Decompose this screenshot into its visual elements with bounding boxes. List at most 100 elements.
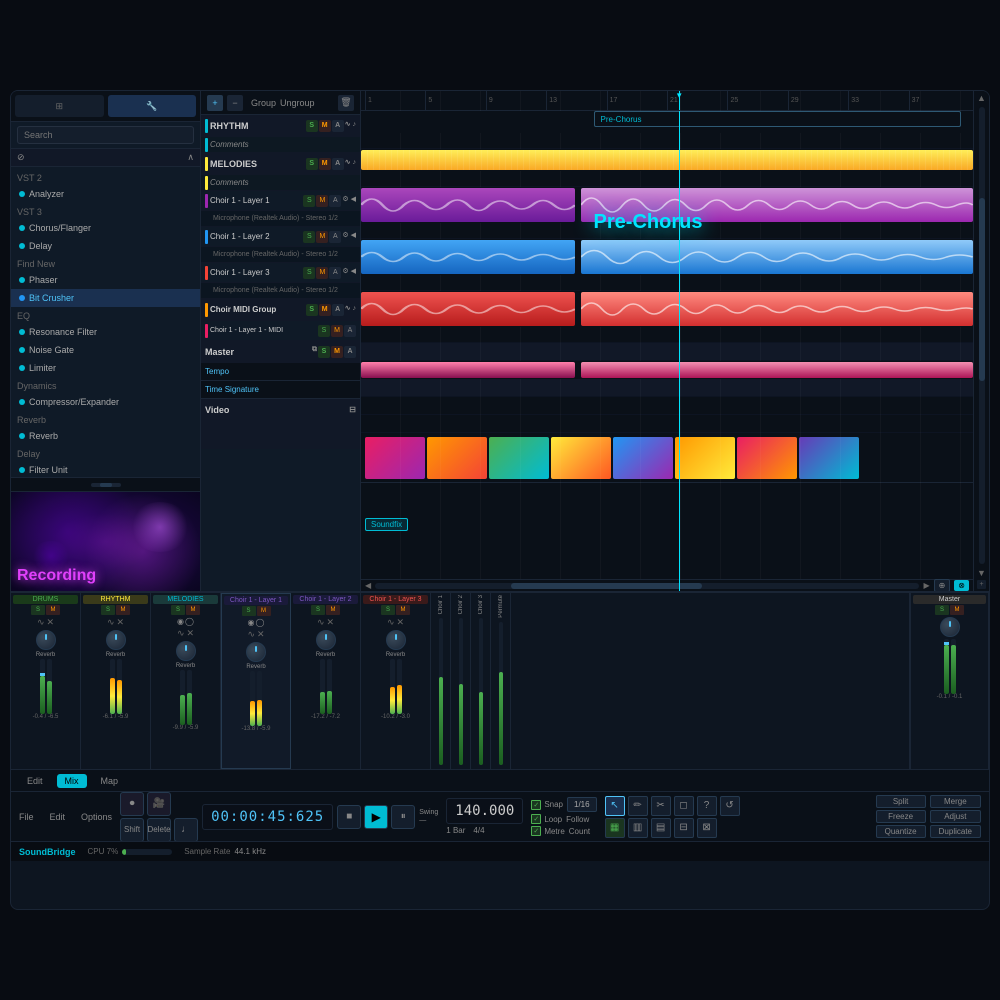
transport-shift-btn[interactable]: Shift (120, 818, 144, 842)
sidebar-header-arrow[interactable]: ∧ (187, 152, 194, 163)
aux-fader-3[interactable] (479, 618, 483, 765)
master-knob[interactable] (940, 617, 960, 637)
melodies-fader-r[interactable] (187, 670, 192, 725)
grid-btn-5[interactable]: ⊠ (697, 818, 717, 838)
tool-help[interactable]: ? (697, 796, 717, 816)
bpm-display[interactable]: 140.000 (446, 798, 523, 824)
sidebar-item-noisegate[interactable]: Noise Gate (11, 341, 200, 359)
tool-erase[interactable]: ◻ (674, 796, 694, 816)
master-arm[interactable]: A (344, 346, 356, 358)
sidebar-item-analyzer[interactable]: Analyzer (11, 185, 200, 203)
rhythm-knob[interactable] (106, 630, 126, 650)
grid-btn-2[interactable]: ▥ (628, 818, 648, 838)
drums-fader-r[interactable] (47, 659, 52, 714)
plus-btn[interactable]: + (977, 580, 985, 589)
snap-checkbox[interactable]: ✓ (531, 800, 541, 810)
adjust-btn[interactable]: Adjust (930, 810, 981, 823)
arr-row-choir1l3[interactable] (361, 291, 973, 327)
arr-row-layer1midi[interactable] (361, 361, 973, 379)
tool-draw[interactable]: ✏ (628, 796, 648, 816)
pause-btn[interactable]: ⏸ (391, 805, 415, 829)
metre-checkbox[interactable]: ✓ (531, 826, 541, 836)
melodies-mute-mix[interactable]: M (186, 605, 200, 615)
rhythm-fader-l[interactable] (110, 659, 115, 714)
drums-fader-l-handle[interactable] (40, 673, 45, 676)
choir1l3-mute[interactable]: M (316, 267, 328, 279)
arr-row-melodies[interactable] (361, 149, 973, 171)
sidebar-item-bitcrusher[interactable]: Bit Crusher (11, 289, 200, 307)
clip-melodies-main[interactable] (361, 150, 973, 170)
loop-checkbox[interactable]: ✓ (531, 814, 541, 824)
add-track-btn[interactable]: + (207, 95, 223, 111)
rhythm-fader-r[interactable] (117, 659, 122, 714)
clip-choir1l1-right[interactable] (581, 188, 973, 222)
choir1l1-solo[interactable]: S (303, 195, 315, 207)
master-solo[interactable]: S (318, 346, 330, 358)
duplicate-btn[interactable]: Duplicate (930, 825, 981, 838)
scrollbar-thumb-h[interactable] (511, 583, 701, 589)
choir1l2-fader-l[interactable] (320, 659, 325, 714)
menu-options[interactable]: Options (81, 812, 112, 822)
play-btn[interactable]: ▶ (364, 805, 388, 829)
choirmidi-mute[interactable]: M (319, 304, 331, 316)
choir1l1-mute[interactable]: M (316, 195, 328, 207)
sidebar-item-phaser[interactable]: Phaser (11, 271, 200, 289)
clip-choir1l3-left[interactable] (361, 292, 575, 326)
remove-track-btn[interactable]: − (227, 95, 243, 111)
snap-value[interactable]: 1/16 (567, 797, 597, 812)
arr-row-choir1l2[interactable] (361, 239, 973, 275)
clip-midi-right[interactable] (581, 362, 973, 378)
choir1l2-mute[interactable]: M (316, 231, 328, 243)
choir1l3-fader-l[interactable] (390, 659, 395, 714)
choir1l3-fader-r[interactable] (397, 659, 402, 714)
choir1l1-arm[interactable]: A (329, 195, 341, 207)
grid-btn-3[interactable]: ▤ (651, 818, 671, 838)
melodies-knob[interactable] (176, 641, 196, 661)
transport-cam-btn[interactable]: 🎥 (147, 792, 171, 816)
drums-knob[interactable] (36, 630, 56, 650)
scroll-left[interactable]: ◀ (365, 581, 371, 590)
choir1l2-solo[interactable]: S (303, 231, 315, 243)
scroll-down[interactable]: ▼ (977, 568, 986, 578)
scrollbar-track-h[interactable] (375, 583, 919, 589)
transport-delete-btn[interactable]: Delete (147, 818, 171, 842)
master-fader-r[interactable] (951, 639, 956, 694)
drums-solo-btn[interactable]: S (31, 605, 45, 615)
choir1l1-solo-mix[interactable]: S (242, 606, 256, 616)
mixer-tab-mix[interactable]: Mix (57, 774, 87, 788)
quantize-btn[interactable]: Quantize (876, 825, 926, 838)
grid-btn-4[interactable]: ⊟ (674, 818, 694, 838)
merge-btn[interactable]: Merge (930, 795, 981, 808)
sidebar-item-compressor[interactable]: Compressor/Expander (11, 393, 200, 411)
sidebar-tab-fx[interactable]: 🔧 (108, 95, 197, 117)
choir1l1-knob[interactable] (246, 642, 266, 662)
grid-btn-1[interactable]: ▦ (605, 818, 625, 838)
choir1l2-solo-mix[interactable]: S (311, 605, 325, 615)
melodies-mute[interactable]: M (319, 158, 331, 170)
tool-cut[interactable]: ✂ (651, 796, 671, 816)
rhythm-mute-mix[interactable]: M (116, 605, 130, 615)
choir1l1-fader-r[interactable] (257, 671, 262, 726)
sidebar-item-delay[interactable]: Delay (11, 237, 200, 255)
transport-note-btn[interactable]: ♩ (174, 818, 198, 842)
h-scrollbar[interactable]: ◀ ▶ ⊕ ⊗ (361, 579, 973, 591)
rhythm-mute[interactable]: M (319, 120, 331, 132)
sidebar-item-limiter[interactable]: Limiter (11, 359, 200, 377)
mixer-tab-edit[interactable]: Edit (19, 774, 51, 788)
choir1l1-fader-l[interactable] (250, 671, 255, 726)
clip-choir1l2-right[interactable] (581, 240, 973, 274)
tool-undo[interactable]: ↺ (720, 796, 740, 816)
layer1midi-mute[interactable]: M (331, 325, 343, 337)
choir1l3-solo[interactable]: S (303, 267, 315, 279)
layer1midi-arm[interactable]: A (344, 325, 356, 337)
choir1l2-mute-mix[interactable]: M (326, 605, 340, 615)
choir1l2-fader-r[interactable] (327, 659, 332, 714)
choir1l3-mute-mix[interactable]: M (396, 605, 410, 615)
sidebar-item-resonance[interactable]: Resonance Filter (11, 323, 200, 341)
search-input[interactable] (17, 126, 194, 144)
stop-btn[interactable]: ■ (337, 805, 361, 829)
v-scrollbar-thumb[interactable] (979, 198, 985, 381)
tool-cursor[interactable]: ↖ (605, 796, 625, 816)
split-btn[interactable]: Split (876, 795, 926, 808)
sidebar-item-reverb[interactable]: Reverb (11, 427, 200, 445)
